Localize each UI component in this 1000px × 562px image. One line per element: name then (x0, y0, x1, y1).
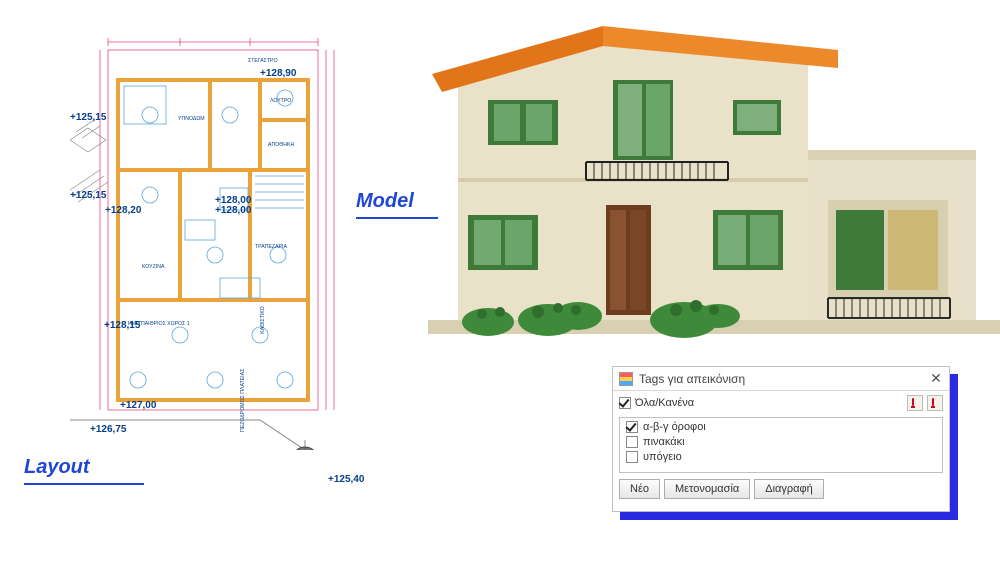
model-3d-view (428, 20, 1000, 360)
tag-label: υπόγειο (643, 451, 682, 463)
room-ypnosom: YΠΝΟΔΩΜ (178, 116, 205, 122)
elev-2: +125,15 (70, 190, 106, 201)
tag-item[interactable]: α-β-γ όροφοι (626, 421, 936, 433)
elev-9: +126,75 (90, 424, 126, 435)
elev-4: +128,90 (260, 68, 296, 79)
tag-label: α-β-γ όροφοι (643, 421, 706, 433)
dialog-title-text: Tags για απεικόνιση (639, 372, 745, 386)
elev-5: +128,00 (215, 205, 251, 216)
tool-icon-1[interactable] (907, 395, 923, 411)
tag-item[interactable]: πινακάκι (626, 436, 936, 448)
tag-list: α-β-γ όροφοι πινακάκι υπόγειο (619, 417, 943, 473)
tag-checkbox[interactable] (626, 421, 638, 433)
rename-button[interactable]: Μετονομασία (664, 479, 750, 499)
all-none-label: Όλα/Κανένα (635, 397, 694, 409)
tag-checkbox[interactable] (626, 436, 638, 448)
room-kouzina: ΚΟΥΖΙΝΑ (142, 264, 165, 270)
new-button[interactable]: Νέο (619, 479, 660, 499)
model-label: Model (356, 190, 414, 213)
tag-checkbox[interactable] (626, 451, 638, 463)
elev-10: +125,40 (328, 474, 364, 485)
elev-1: +125,15 (70, 112, 106, 123)
room-apothiki: ΑΠΟΘΗΚΗ (268, 142, 294, 148)
room-kathistiko: ΚΑΘΙΣΤΙΚΟ (260, 306, 266, 333)
close-button[interactable]: ✕ (927, 370, 945, 388)
delete-button[interactable]: Διαγραφή (754, 479, 824, 499)
all-none-checkbox[interactable] (619, 397, 631, 409)
tag-label: πινακάκι (643, 436, 685, 448)
room-trapezaria: ΤΡΑΠΕΖΑΡΙΑ (255, 244, 287, 250)
tags-dialog: Tags για απεικόνιση ✕ Όλα/Κανένα α-β-γ ό… (612, 366, 950, 512)
app-icon (619, 372, 633, 386)
dialog-titlebar[interactable]: Tags για απεικόνιση ✕ (613, 367, 949, 391)
room-stegastro: ΣΤΕΓΑΣΤΡΟ (248, 58, 278, 64)
floor-plan: ΣΤΕΓΑΣΤΡΟ YΠΝΟΔΩΜ ΛΟΥΤΡΟ ΑΠΟΘΗΚΗ ΤΡΑΠΕΖΑ… (60, 20, 350, 450)
layout-label: Layout (24, 456, 90, 479)
elev-7: +128,15 (104, 320, 140, 331)
elev-6: +128,20 (105, 205, 141, 216)
tool-icon-2[interactable] (927, 395, 943, 411)
axis-note: ΠΕΖΟΔΡΟΜΟΣ ΠΛΑΤΕΙΑΣ (240, 369, 246, 432)
tag-item[interactable]: υπόγειο (626, 451, 936, 463)
elev-8: +127,00 (120, 400, 156, 411)
room-loutro: ΛΟΥΤΡΟ (270, 98, 291, 104)
